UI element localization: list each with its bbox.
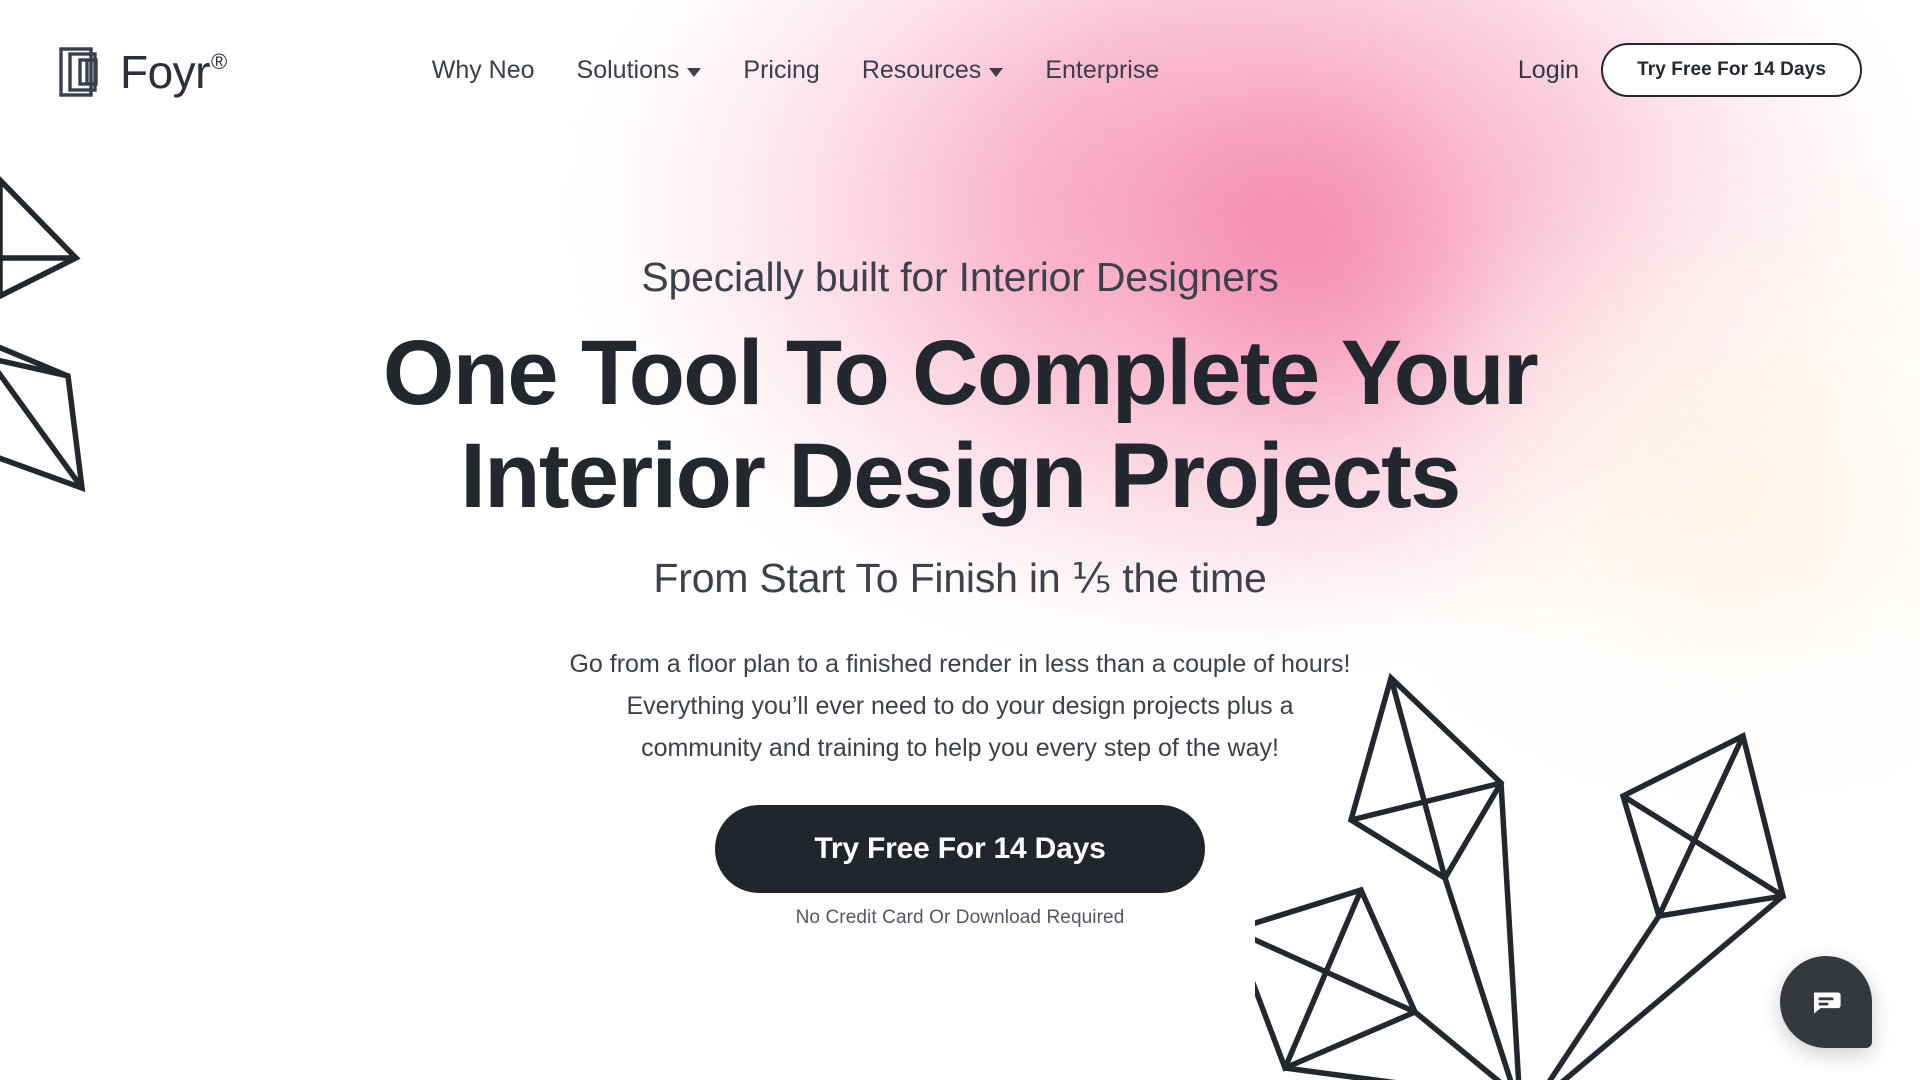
nav-item-solutions[interactable]: Solutions — [576, 55, 702, 84]
brand-logo[interactable]: Foyr ® — [58, 45, 227, 99]
hero-eyebrow: Specially built for Interior Designers — [641, 254, 1279, 300]
header-trial-button[interactable]: Try Free For 14 Days — [1601, 43, 1862, 97]
nav-item-label: Pricing — [743, 55, 820, 84]
hero-headline-line-1: One Tool To Complete Your — [382, 322, 1539, 425]
chat-widget-button[interactable] — [1780, 956, 1872, 1048]
login-link[interactable]: Login — [1518, 57, 1579, 83]
nav-item-label: Solutions — [576, 55, 680, 84]
brand-name: Foyr — [120, 46, 211, 98]
chevron-down-icon — [989, 67, 1004, 77]
nav-item-label: Why Neo — [431, 55, 535, 84]
nav-item-resources[interactable]: Resources — [861, 55, 1004, 84]
nav-item-label: Enterprise — [1045, 55, 1160, 84]
registered-trademark-symbol: ® — [211, 49, 227, 74]
nav-item-why-neo[interactable]: Why Neo — [431, 55, 535, 84]
nav-item-label: Resources — [861, 55, 982, 84]
chat-bubble-icon — [1807, 983, 1845, 1021]
hero-cta-block: Try Free For 14 Days No Credit Card Or D… — [715, 805, 1205, 929]
site-header: Foyr ® Why Neo Solutions Pricing Resourc… — [0, 0, 1920, 140]
nav-item-pricing[interactable]: Pricing — [743, 55, 820, 84]
header-actions: Login Try Free For 14 Days — [1518, 43, 1862, 97]
hero-paragraph: Go from a floor plan to a finished rende… — [569, 650, 1351, 763]
hero-headline-line-2: Interior Design Projects — [460, 425, 1461, 528]
hero-cta-note: No Credit Card Or Download Required — [795, 907, 1125, 929]
main-navigation: Why Neo Solutions Pricing Resources Ente… — [431, 55, 1160, 84]
hero-headline: One Tool To Complete Your Interior Desig… — [382, 322, 1539, 528]
nav-item-enterprise[interactable]: Enterprise — [1045, 55, 1160, 84]
chevron-down-icon — [687, 67, 702, 77]
hero-subheadline: From Start To Finish in ⅕ the time — [653, 555, 1267, 602]
foyr-layers-icon — [58, 45, 110, 99]
hero-trial-button[interactable]: Try Free For 14 Days — [715, 805, 1205, 894]
